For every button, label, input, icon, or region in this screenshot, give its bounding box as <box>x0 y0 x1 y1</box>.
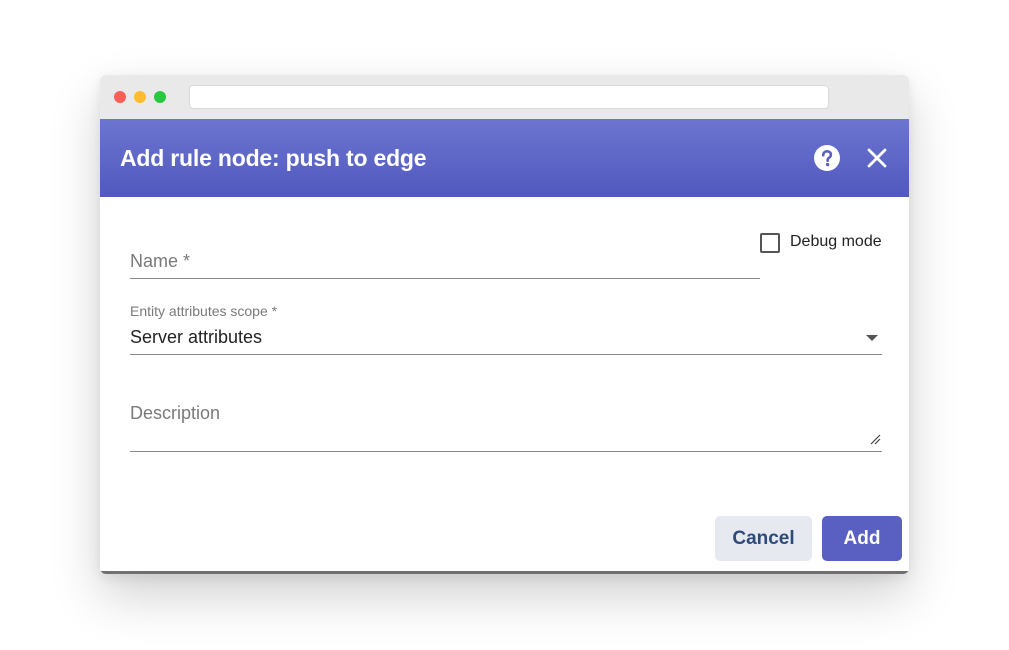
close-window-dot[interactable] <box>114 91 126 103</box>
scope-field-label: Entity attributes scope * <box>130 303 278 319</box>
help-button[interactable] <box>813 144 841 172</box>
help-circle-icon <box>814 145 840 171</box>
close-dialog-button[interactable] <box>863 144 891 172</box>
debug-mode-checkbox[interactable] <box>760 233 780 253</box>
name-input[interactable] <box>130 278 760 279</box>
add-button[interactable]: Add <box>822 516 902 561</box>
dialog-header: Add rule node: push to edge <box>100 119 909 197</box>
name-field-label: Name * <box>130 251 191 271</box>
resize-handle-icon[interactable] <box>869 433 881 445</box>
maximize-window-dot[interactable] <box>154 91 166 103</box>
description-field-label: Description <box>130 403 221 423</box>
chevron-down-icon[interactable] <box>866 335 878 341</box>
window-titlebar <box>100 75 909 119</box>
window-bottom-edge <box>100 571 909 574</box>
close-icon <box>867 148 887 168</box>
address-bar[interactable] <box>189 85 829 109</box>
description-textarea[interactable] <box>130 451 882 452</box>
browser-window: Add rule node: push to edge Name * Debug… <box>100 75 909 574</box>
scope-select[interactable]: Server attributes <box>130 327 262 348</box>
dialog-title: Add rule node: push to edge <box>120 145 427 171</box>
scope-select-underline <box>130 354 882 355</box>
cancel-button[interactable]: Cancel <box>715 516 812 561</box>
dialog-body: Name * Debug mode Entity attributes scop… <box>100 197 909 574</box>
debug-mode-label: Debug mode <box>790 233 882 250</box>
minimize-window-dot[interactable] <box>134 91 146 103</box>
